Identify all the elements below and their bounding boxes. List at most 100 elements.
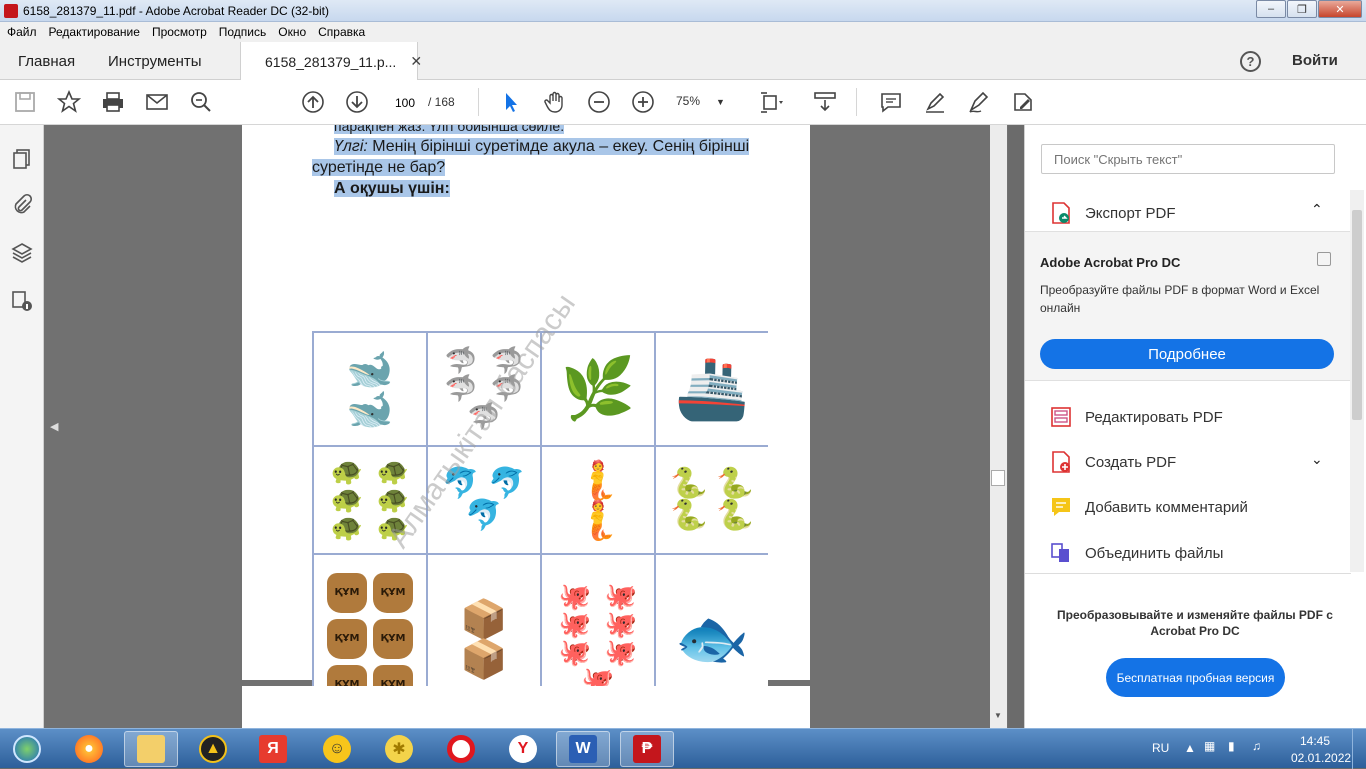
search-zoom-icon[interactable] [188, 89, 214, 115]
hand-tool-icon[interactable] [542, 89, 568, 115]
bookmark-star-icon[interactable] [56, 89, 82, 115]
yandex-taskbar-icon[interactable]: Я [246, 731, 300, 767]
copy-icon[interactable] [1317, 252, 1331, 266]
picture-grid: 🐋 🐋 🦈 🦈 🦈 🦈 🦈 🌿 🚢 🐢 🐢 🐢 🐢 🐢 🐢 🐬 🐬 🐬 🧜 🧜 🐍 🐍 🐍 🐍 ҚҰМ ҚҰМ ҚҰМ ҚҰМ ҚҰМ Қ… [312, 331, 768, 723]
smile-pro-taskbar-icon[interactable]: ☺ [310, 731, 364, 767]
create-pdf-icon [1049, 450, 1073, 474]
acrobat-taskbar-icon[interactable]: ₱ [620, 731, 674, 767]
octopuses-picture-icon: 🐙 [604, 582, 638, 612]
select-cursor-icon[interactable] [498, 89, 524, 115]
export-pdf-label: Экспорт PDF [1085, 204, 1176, 222]
chevron-down-icon[interactable]: ⌄ [1311, 451, 1323, 468]
free-trial-button[interactable]: Бесплатная пробная версия [1106, 658, 1285, 697]
show-desktop-button[interactable] [1352, 729, 1366, 769]
chevron-up-icon[interactable]: ⌃ [1311, 201, 1323, 218]
menu-file[interactable]: Файл [0, 25, 42, 39]
lemon-taskbar-icon[interactable]: ✱ [372, 731, 426, 767]
menu-sign[interactable]: Подпись [212, 25, 272, 39]
volume-icon[interactable]: ♫ [1252, 739, 1261, 753]
add-comment-item[interactable]: Добавить комментарий [1049, 495, 1248, 519]
window-titlebar: 6158_281379_11.pdf - Adobe Acrobat Reade… [0, 0, 1366, 22]
collapse-left-icon[interactable]: ◀ [50, 420, 58, 433]
scrollbar-thumb[interactable] [991, 470, 1005, 486]
page-thumbnails-icon[interactable] [10, 147, 34, 171]
tray-expand-icon[interactable]: ▲ [1184, 741, 1196, 755]
language-indicator[interactable]: RU [1152, 741, 1169, 755]
close-tab-icon[interactable]: ✕ [410, 53, 422, 70]
export-pdf-item[interactable]: Экспорт PDF [1049, 201, 1176, 225]
menu-window[interactable]: Окно [271, 25, 311, 39]
tools-search-input[interactable] [1041, 144, 1335, 174]
eels-picture-icon: 🐍 [716, 466, 754, 501]
scroll-down-icon[interactable]: ▼ [994, 711, 1002, 720]
windows-logo-icon [13, 735, 41, 763]
zoom-out-icon[interactable] [586, 89, 612, 115]
fill-sign-icon[interactable] [1010, 89, 1036, 115]
sign-in-link[interactable]: Войти [1292, 52, 1338, 69]
clock-time[interactable]: 14:45 [1300, 734, 1330, 748]
scrollbar-thumb[interactable] [1352, 210, 1362, 420]
print-icon[interactable] [100, 89, 126, 115]
tools-pane-scrollbar[interactable] [1350, 190, 1364, 572]
firefox-taskbar-icon[interactable]: ● [62, 731, 116, 767]
menu-edit[interactable]: Редактирование [42, 25, 145, 39]
picture-cell-eels: 🐍 🐍 🐍 🐍 [656, 447, 768, 553]
combine-files-item[interactable]: Объединить файлы [1049, 541, 1223, 565]
picture-cell-whales: 🐋 🐋 [314, 333, 426, 445]
highlighted-text: А оқушы үшін: [334, 180, 450, 197]
turtles-picture-icon: 🐢 [330, 457, 364, 487]
more-button[interactable]: Подробнее [1040, 339, 1334, 369]
signal-icon[interactable]: ▮ [1228, 739, 1235, 753]
page-number-input[interactable]: 100 [386, 90, 424, 114]
yandex-browser-taskbar-icon[interactable]: Y [496, 731, 550, 767]
minimize-button[interactable]: – [1256, 0, 1286, 18]
zoom-level-select[interactable]: 75% ▼ [676, 94, 725, 108]
export-pdf-icon [1049, 201, 1073, 225]
menu-help[interactable]: Справка [311, 25, 370, 39]
document-viewport[interactable]: ◀ ▶ парақпен жаз. Үлгі бойынша сөйле. Үл… [44, 125, 1008, 728]
maximize-button[interactable]: ❐ [1287, 0, 1317, 18]
clock-date[interactable]: 02.01.2022 [1291, 751, 1351, 765]
tags-info-icon[interactable] [10, 289, 34, 313]
promo-box: Adobe Acrobat Pro DC Преобразуйте файлы … [1025, 231, 1351, 381]
octopuses-picture-icon: 🐙 [558, 582, 592, 612]
highlighted-text: Үлгі: Менің бірінші суретімде акула – ек… [334, 138, 750, 155]
page-fit-icon[interactable] [758, 89, 784, 115]
tab-home[interactable]: Главная [18, 42, 75, 80]
layers-icon[interactable] [10, 241, 34, 265]
page-up-icon[interactable] [300, 89, 326, 115]
tab-document[interactable]: 6158_281379_11.p... ✕ [240, 42, 422, 81]
panel-divider [1025, 573, 1351, 574]
close-window-button[interactable]: ✕ [1318, 0, 1362, 18]
tools-pane: Экспорт PDF ⌃ Adobe Acrobat Pro DC Преоб… [1024, 125, 1366, 728]
edit-pdf-item[interactable]: Редактировать PDF [1049, 405, 1223, 429]
scroll-mode-icon[interactable] [812, 89, 838, 115]
document-scrollbar[interactable]: ▼ [990, 125, 1007, 728]
main-toolbar: 100 / 168 75% ▼ [0, 80, 1366, 125]
network-icon[interactable]: ▦ [1204, 739, 1215, 753]
turtles-picture-icon: 🐢 [330, 513, 364, 543]
zoom-in-icon[interactable] [630, 89, 656, 115]
explorer-taskbar-icon[interactable] [124, 731, 178, 767]
page-down-icon[interactable] [344, 89, 370, 115]
word-taskbar-icon[interactable]: W [556, 731, 610, 767]
section-heading: А оқушы үшін: [334, 178, 450, 199]
tab-tools[interactable]: Инструменты [108, 42, 202, 80]
opera-taskbar-icon[interactable] [434, 731, 488, 767]
combine-files-label: Объединить файлы [1085, 544, 1224, 562]
comment-icon[interactable] [878, 89, 904, 115]
help-icon[interactable]: ? [1240, 51, 1261, 72]
save-icon[interactable] [12, 89, 38, 115]
app-triangle-taskbar-icon[interactable]: ▲ [186, 731, 240, 767]
octopuses-picture-icon: 🐙 [604, 610, 638, 640]
create-pdf-item[interactable]: Создать PDF [1049, 450, 1176, 474]
highlight-pen-icon[interactable] [922, 89, 948, 115]
picture-cell-mermaids: 🧜 🧜 [542, 447, 654, 553]
start-button[interactable] [2, 731, 52, 767]
menu-view[interactable]: Просмотр [145, 25, 212, 39]
attachments-icon[interactable] [10, 193, 34, 217]
mermaids-picture-icon: 🧜 [574, 458, 622, 502]
email-icon[interactable] [144, 89, 170, 115]
sign-pen-icon[interactable] [966, 89, 992, 115]
zoom-level-value: 75% [676, 94, 701, 108]
